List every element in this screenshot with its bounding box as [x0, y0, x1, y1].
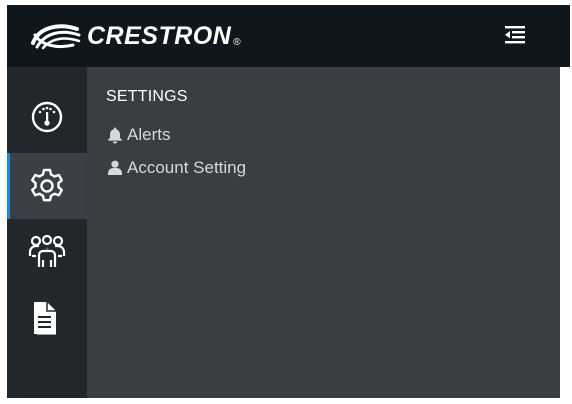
rail-item-settings[interactable] [7, 153, 87, 219]
user-icon [108, 160, 122, 175]
rail-item-documents[interactable] [7, 285, 87, 351]
bell-icon [108, 127, 122, 144]
top-bar: CRESTRON ® [7, 5, 570, 67]
collapse-menu-icon [505, 26, 525, 44]
app-window: CRESTRON ® SETTINGS Alerts Account Setti… [7, 5, 570, 398]
crestron-swirl-icon [31, 24, 81, 50]
document-icon [34, 302, 56, 335]
collapse-menu-button[interactable] [503, 23, 527, 47]
alerts-link[interactable]: Alerts [106, 125, 170, 145]
brand-name: CRESTRON [87, 21, 232, 50]
users-group-icon [28, 234, 66, 267]
gauge-icon [31, 101, 63, 133]
registered-mark: ® [233, 36, 241, 48]
gear-icon [31, 168, 63, 202]
account-setting-link[interactable]: Account Setting [106, 158, 246, 178]
account-setting-label: Account Setting [127, 158, 247, 177]
content-edge [560, 67, 570, 398]
alerts-label: Alerts [127, 125, 171, 144]
rail-item-dashboard[interactable] [7, 84, 87, 150]
panel-title: SETTINGS [106, 88, 188, 105]
crestron-logo: CRESTRON ® [29, 19, 241, 53]
settings-panel: SETTINGS Alerts Account Setting [87, 67, 560, 398]
rail-item-users[interactable] [7, 219, 87, 285]
icon-rail [7, 67, 87, 398]
